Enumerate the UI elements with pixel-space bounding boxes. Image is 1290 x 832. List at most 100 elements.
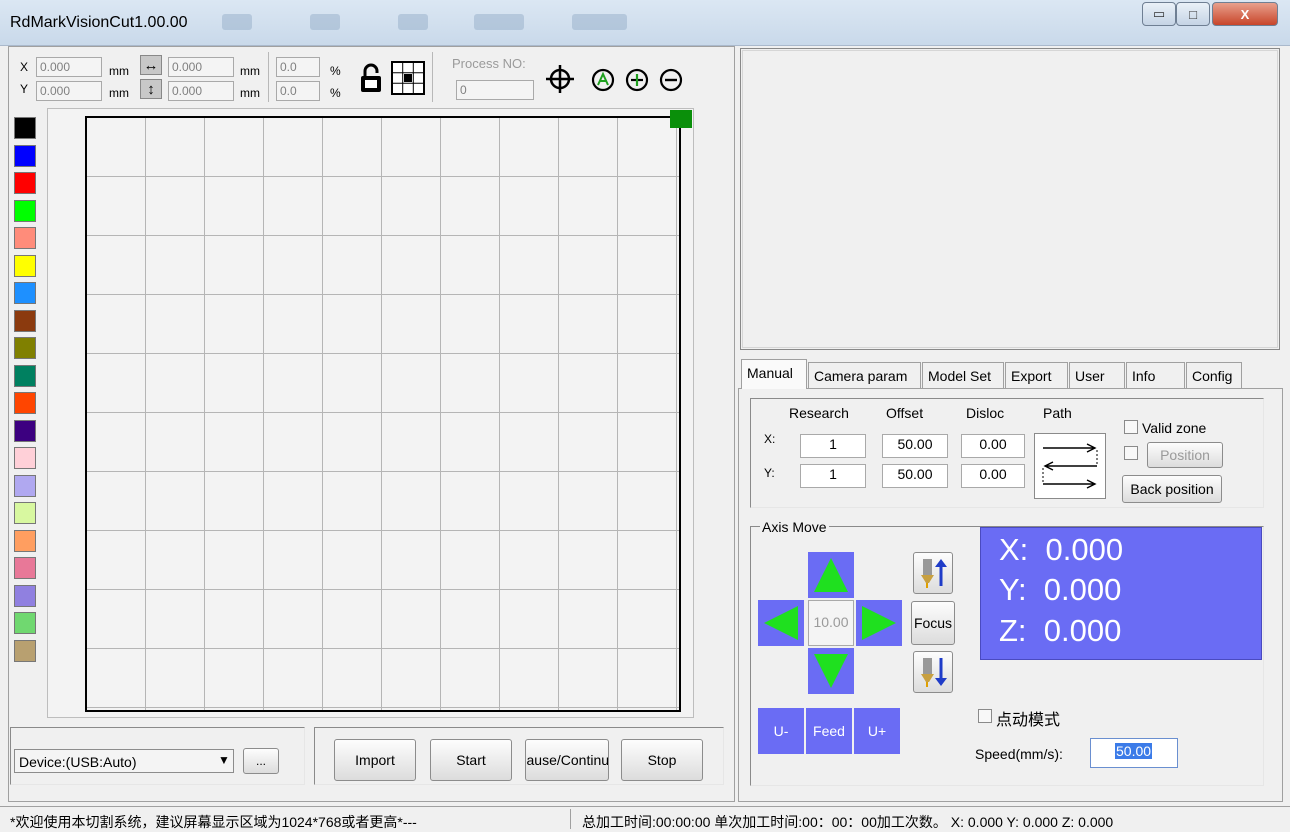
color-swatch[interactable] bbox=[14, 584, 36, 607]
toolbar-divider bbox=[432, 52, 433, 102]
color-swatch[interactable] bbox=[14, 447, 36, 469]
device-select[interactable]: Device:(USB:Auto) ▼ bbox=[14, 749, 234, 773]
jog-mode-checkbox[interactable] bbox=[978, 709, 992, 723]
x-offset-field[interactable]: 50.00 bbox=[882, 434, 948, 458]
color-swatch[interactable] bbox=[14, 529, 36, 552]
path-header: Path bbox=[1043, 405, 1072, 421]
color-swatch[interactable] bbox=[14, 364, 36, 387]
disloc-header: Disloc bbox=[966, 405, 1005, 421]
y-label: Y bbox=[20, 82, 29, 96]
speed-input[interactable]: 50.00 bbox=[1090, 738, 1178, 768]
width-field[interactable]: 0.000 bbox=[168, 57, 234, 77]
path-pattern-button[interactable] bbox=[1034, 433, 1106, 499]
close-button[interactable]: X bbox=[1212, 2, 1278, 26]
unit-label: mm bbox=[240, 86, 260, 100]
position-button[interactable]: Position bbox=[1147, 442, 1223, 468]
y-position-field[interactable]: 0.000 bbox=[36, 81, 102, 101]
lock-icon[interactable] bbox=[358, 62, 384, 96]
stop-button[interactable]: Stop bbox=[621, 739, 703, 781]
color-swatch[interactable] bbox=[14, 337, 36, 359]
color-swatch[interactable] bbox=[14, 254, 36, 277]
y-offset-field[interactable]: 50.00 bbox=[882, 464, 948, 488]
color-swatch[interactable] bbox=[14, 474, 36, 497]
blurred-menu bbox=[474, 14, 524, 30]
color-swatch[interactable] bbox=[14, 502, 36, 524]
tab-info[interactable]: Info bbox=[1126, 362, 1185, 388]
move-up-button[interactable] bbox=[808, 552, 854, 598]
scale-y-field[interactable]: 0.0 bbox=[276, 81, 320, 101]
row-x-label: X: bbox=[764, 432, 776, 446]
y-research-field[interactable]: 1 bbox=[800, 464, 866, 488]
move-down-button[interactable] bbox=[808, 648, 854, 694]
u-plus-button[interactable]: U+ bbox=[854, 708, 900, 754]
x-position-field[interactable]: 0.000 bbox=[36, 57, 102, 77]
color-swatch[interactable] bbox=[14, 419, 36, 442]
row-y-label: Y: bbox=[764, 466, 775, 480]
offset-header: Offset bbox=[886, 405, 924, 421]
color-swatch[interactable] bbox=[14, 117, 36, 139]
import-button[interactable]: Import bbox=[334, 739, 416, 781]
color-swatch[interactable] bbox=[14, 282, 36, 304]
maximize-button[interactable]: □ bbox=[1176, 2, 1210, 26]
crosshair-icon[interactable] bbox=[545, 64, 575, 94]
height-arrow-icon[interactable]: ↕ bbox=[140, 79, 162, 99]
move-right-button[interactable] bbox=[856, 600, 902, 646]
blurred-menu bbox=[222, 14, 252, 30]
color-swatch[interactable] bbox=[14, 557, 36, 579]
chevron-down-icon: ▼ bbox=[218, 753, 230, 767]
speed-value: 50.00 bbox=[1115, 743, 1153, 759]
minimize-button[interactable]: ▭ bbox=[1142, 2, 1176, 26]
auto-locate-icon[interactable] bbox=[590, 67, 616, 93]
back-position-button[interactable]: Back position bbox=[1122, 475, 1222, 503]
unit-label: mm bbox=[240, 64, 260, 78]
pause-continue-label: Pause/Continue bbox=[526, 752, 609, 768]
color-swatch[interactable] bbox=[14, 199, 36, 222]
scale-x-field[interactable]: 0.0 bbox=[276, 57, 320, 77]
y-disloc-field[interactable]: 0.00 bbox=[961, 464, 1025, 488]
x-disloc-field[interactable]: 0.00 bbox=[961, 434, 1025, 458]
valid-zone-checkbox[interactable] bbox=[1124, 420, 1138, 434]
snake-path-icon bbox=[1042, 443, 1098, 489]
tab-config[interactable]: Config bbox=[1186, 362, 1242, 388]
tab-export[interactable]: Export bbox=[1005, 362, 1068, 388]
device-more-button[interactable]: ... bbox=[243, 748, 279, 774]
color-swatch[interactable] bbox=[14, 144, 36, 167]
width-arrow-icon[interactable]: ↔ bbox=[140, 55, 162, 75]
jog-mode-label: 点动模式 bbox=[996, 712, 1061, 729]
feed-button[interactable]: Feed bbox=[806, 708, 852, 754]
zoom-in-icon[interactable] bbox=[624, 67, 650, 93]
step-distance-field[interactable]: 10.00 bbox=[808, 600, 854, 646]
color-swatch[interactable] bbox=[14, 172, 36, 194]
status-bar: *欢迎使用本切割系统，建议屏幕显示区域为1024*768或者更高*--- 总加工… bbox=[0, 806, 1290, 831]
pause-continue-button[interactable]: Pause/Continue bbox=[525, 739, 609, 781]
tab-user[interactable]: User bbox=[1069, 362, 1125, 388]
process-no-field[interactable]: 0 bbox=[456, 80, 534, 100]
arrow-up-icon bbox=[814, 558, 848, 592]
tab-manual[interactable]: Manual bbox=[741, 359, 807, 389]
device-select-value: Device:(USB:Auto) bbox=[19, 754, 137, 770]
focus-button[interactable]: Focus bbox=[911, 601, 955, 645]
x-readout: X: 0.000 bbox=[999, 532, 1124, 567]
u-minus-button[interactable]: U- bbox=[758, 708, 804, 754]
start-button[interactable]: Start bbox=[430, 739, 512, 781]
tab-camera-param[interactable]: Camera param bbox=[808, 362, 921, 388]
process-no-label: Process NO: bbox=[452, 56, 526, 71]
color-swatch[interactable] bbox=[14, 612, 36, 634]
x-label: X bbox=[20, 60, 29, 74]
arrow-right-icon bbox=[862, 606, 896, 640]
z-up-button[interactable] bbox=[913, 552, 953, 594]
color-swatch[interactable] bbox=[14, 639, 36, 662]
title-bar: RdMarkVisionCut1.00.00 ▭ □ X bbox=[0, 0, 1290, 46]
height-field[interactable]: 0.000 bbox=[168, 81, 234, 101]
zoom-out-icon[interactable] bbox=[658, 67, 684, 93]
tab-model-set[interactable]: Model Set bbox=[922, 362, 1004, 388]
color-swatch[interactable] bbox=[14, 309, 36, 332]
color-swatch[interactable] bbox=[14, 392, 36, 414]
x-research-field[interactable]: 1 bbox=[800, 434, 866, 458]
move-left-button[interactable] bbox=[758, 600, 804, 646]
color-swatch[interactable] bbox=[14, 227, 36, 249]
work-area-grid[interactable] bbox=[85, 116, 681, 712]
z-down-button[interactable] bbox=[913, 651, 953, 693]
position-checkbox[interactable] bbox=[1124, 446, 1138, 460]
grid-align-icon[interactable] bbox=[391, 61, 425, 95]
